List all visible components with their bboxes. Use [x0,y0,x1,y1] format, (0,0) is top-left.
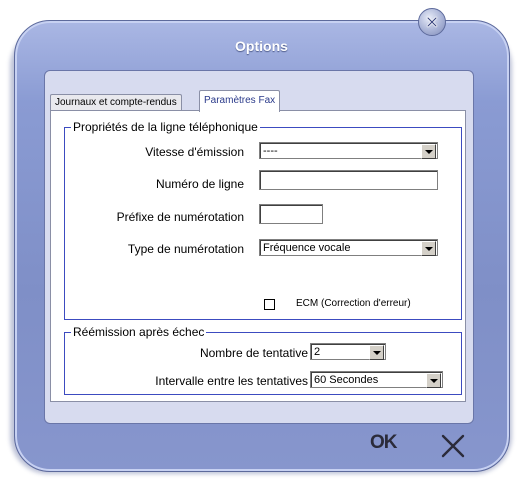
speed-select[interactable]: ---- [259,142,438,159]
tab-journaux[interactable]: Journaux et compte-rendus [50,94,182,111]
close-button[interactable] [418,8,446,36]
dial-type-value: Fréquence vocale [263,242,351,254]
ecm-checkbox[interactable] [264,299,275,310]
prefix-input[interactable] [259,204,323,224]
ecm-label: ECM (Correction d'erreur) [296,298,411,309]
close-icon [426,16,438,28]
dropdown-arrow-icon[interactable] [421,241,436,256]
ok-button[interactable]: OK [370,432,397,454]
attempts-value: 2 [314,346,321,358]
speed-label: Vitesse d'émission [145,145,244,159]
speed-value: ---- [263,145,278,157]
prefix-label: Préfixe de numérotation [116,210,244,224]
x-icon [441,434,465,458]
window-title: Options [235,38,288,54]
line-number-input[interactable] [259,170,438,190]
attempts-label: Nombre de tentative [199,346,308,360]
retry-legend: Réémission après échec [73,325,205,339]
line-number-label: Numéro de ligne [155,177,244,191]
dropdown-arrow-icon[interactable] [421,144,436,159]
attempts-select[interactable]: 2 [310,343,386,360]
dropdown-arrow-icon[interactable] [426,373,441,388]
interval-select[interactable]: 60 Secondes [310,371,443,388]
interval-value: 60 Secondes [314,374,379,386]
dropdown-arrow-icon[interactable] [369,345,384,360]
dial-type-select[interactable]: Fréquence vocale [259,239,438,256]
interval-label: Intervalle entre les tentatives [155,374,308,388]
dial-type-label: Type de numérotation [127,242,244,256]
tab-parametres-fax[interactable]: Paramètres Fax [199,90,281,112]
cancel-button[interactable] [440,434,466,463]
line-properties-legend: Propriétés de la ligne téléphonique [73,120,258,134]
